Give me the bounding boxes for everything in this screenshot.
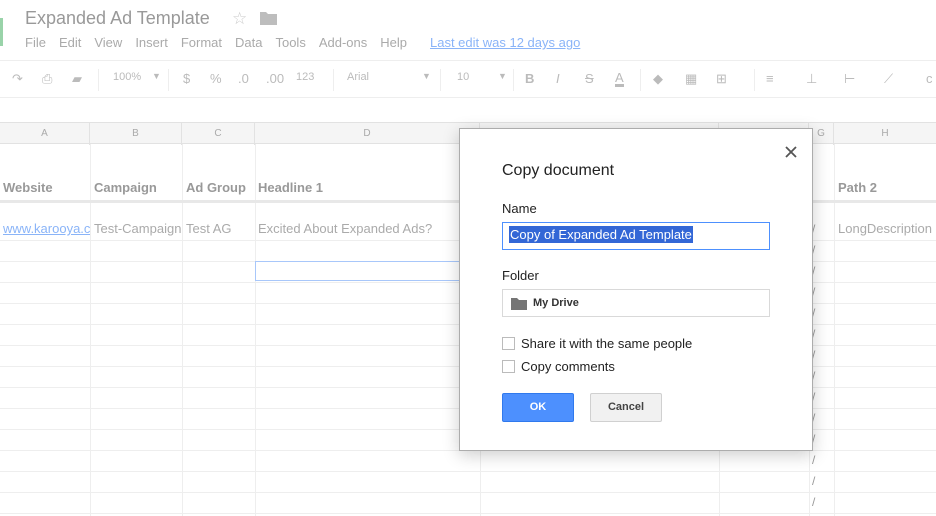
name-input[interactable]: Copy of Expanded Ad Template <box>502 222 770 250</box>
selected-cell-d4[interactable] <box>255 261 460 281</box>
share-checkbox-label: Share it with the same people <box>521 336 693 351</box>
grid-line <box>0 513 936 514</box>
folder-icon[interactable] <box>260 11 277 25</box>
toolbar-divider <box>754 69 755 91</box>
redo-icon[interactable]: ↷ <box>12 71 23 87</box>
horizontal-align-icon[interactable]: ≡ <box>766 71 774 86</box>
font-size-select[interactable]: 10 <box>457 71 469 83</box>
share-checkbox[interactable] <box>502 337 515 350</box>
font-select[interactable]: Arial <box>347 71 369 83</box>
menu-view[interactable]: View <box>94 35 122 50</box>
font-size-chevron-icon: ▼ <box>498 71 507 81</box>
borders-icon[interactable]: ▦ <box>685 71 697 87</box>
share-checkbox-row[interactable]: Share it with the same people <box>502 336 692 351</box>
menu-bar: File Edit View Insert Format Data Tools … <box>25 35 593 50</box>
toolbar-divider <box>168 69 169 91</box>
star-icon[interactable]: ☆ <box>232 9 247 29</box>
zoom-select[interactable]: 100% <box>113 71 141 83</box>
comments-checkbox-row[interactable]: Copy comments <box>502 359 615 374</box>
more-formats-button[interactable]: 123 <box>296 71 314 83</box>
column-header-a[interactable]: A <box>0 123 90 145</box>
cancel-button[interactable]: Cancel <box>590 393 662 422</box>
paint-format-icon[interactable]: ▰ <box>72 71 82 87</box>
font-chevron-icon: ▼ <box>422 71 431 81</box>
folder-label: Folder <box>502 268 539 283</box>
folder-icon <box>511 297 527 310</box>
menu-insert[interactable]: Insert <box>135 35 168 50</box>
vertical-align-icon[interactable]: ⊥ <box>806 71 817 87</box>
name-label: Name <box>502 201 537 216</box>
toolbar-divider <box>440 69 441 91</box>
toolbar-divider <box>98 69 99 91</box>
cell-h2[interactable]: LongDescription <box>838 221 936 236</box>
dialog-title: Copy document <box>502 162 615 179</box>
folder-picker[interactable]: My Drive <box>502 289 770 317</box>
toolbar-divider <box>513 69 514 91</box>
column-header-c[interactable]: C <box>182 123 255 145</box>
cell-d2[interactable]: Excited About Expanded Ads? <box>258 221 468 236</box>
cell-c1[interactable]: Ad Group <box>186 180 246 195</box>
close-icon[interactable] <box>783 144 799 160</box>
more-icon[interactable]: c <box>926 71 933 86</box>
menu-format[interactable]: Format <box>181 35 222 50</box>
comments-checkbox-label: Copy comments <box>521 359 615 374</box>
cell-a1[interactable]: Website <box>3 180 53 195</box>
folder-name: My Drive <box>533 297 579 309</box>
cell-a2[interactable]: www.karooya.c <box>3 221 90 236</box>
cell-c2[interactable]: Test AG <box>186 221 255 236</box>
toolbar-divider <box>640 69 641 91</box>
menu-file[interactable]: File <box>25 35 46 50</box>
currency-button[interactable]: $ <box>183 71 190 86</box>
italic-button[interactable]: I <box>556 71 560 86</box>
comments-checkbox[interactable] <box>502 360 515 373</box>
grid-line <box>0 471 936 472</box>
ok-button[interactable]: OK <box>502 393 574 422</box>
fill-color-icon[interactable]: ◆ <box>653 71 663 87</box>
text-wrap-icon[interactable]: ⊢ <box>844 71 855 87</box>
toolbar: ↷ ⎙ ▰ 100% ▼ $ % .0 .00 123 Arial ▼ 10 ▼… <box>0 60 936 98</box>
cell-g-value[interactable]: / <box>812 474 815 488</box>
text-rotation-icon[interactable]: ⟋ <box>884 71 893 87</box>
merge-cells-icon[interactable]: ⊞ <box>716 71 727 87</box>
decrease-decimal-button[interactable]: .0 <box>238 71 249 86</box>
percent-button[interactable]: % <box>210 71 222 86</box>
menu-addons[interactable]: Add-ons <box>319 35 367 50</box>
strikethrough-button[interactable]: S <box>585 71 594 86</box>
cell-h1[interactable]: Path 2 <box>838 180 877 195</box>
print-icon[interactable]: ⎙ <box>42 71 52 87</box>
grid-line <box>0 492 936 493</box>
name-input-value: Copy of Expanded Ad Template <box>509 226 693 243</box>
text-color-button[interactable]: A <box>615 71 624 87</box>
cell-d1[interactable]: Headline 1 <box>258 180 323 195</box>
bold-button[interactable]: B <box>525 71 534 86</box>
document-title[interactable]: Expanded Ad Template <box>25 8 210 29</box>
column-header-h[interactable]: H <box>834 123 936 145</box>
column-header-b[interactable]: B <box>90 123 182 145</box>
menu-help[interactable]: Help <box>380 35 407 50</box>
toolbar-divider <box>333 69 334 91</box>
copy-document-dialog: Copy document Name Copy of Expanded Ad T… <box>459 128 813 451</box>
last-edit-link[interactable]: Last edit was 12 days ago <box>430 35 580 50</box>
menu-data[interactable]: Data <box>235 35 262 50</box>
cell-b2[interactable]: Test-Campaign <box>94 221 182 236</box>
menu-edit[interactable]: Edit <box>59 35 81 50</box>
zoom-chevron-icon: ▼ <box>152 71 161 81</box>
increase-decimal-button[interactable]: .00 <box>266 71 284 86</box>
menu-tools[interactable]: Tools <box>275 35 305 50</box>
column-header-d[interactable]: D <box>255 123 480 145</box>
cell-b1[interactable]: Campaign <box>94 180 157 195</box>
cell-g-value[interactable]: / <box>812 453 815 467</box>
app-logo-strip <box>0 18 3 46</box>
cell-g-value[interactable]: / <box>812 495 815 509</box>
